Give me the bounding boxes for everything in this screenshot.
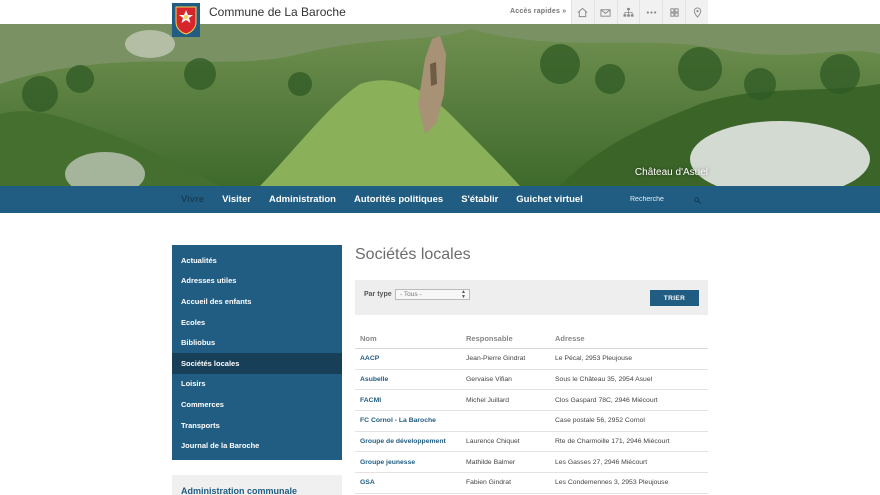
- sidebar-item-actualites[interactable]: Actualités: [172, 250, 342, 271]
- type-select-value: - Tous -: [400, 291, 422, 298]
- mail-icon[interactable]: [593, 0, 617, 24]
- address-cell: Le Pécal, 2953 Pleujouse: [555, 355, 633, 363]
- society-name-link[interactable]: Groupe de développement: [355, 438, 461, 445]
- site-title[interactable]: Commune de La Baroche: [209, 5, 346, 19]
- coat-of-arms-logo[interactable]: [172, 3, 200, 37]
- nav-item-visiter[interactable]: Visiter: [222, 194, 251, 205]
- nav-item-s-etablir[interactable]: S'établir: [461, 194, 498, 205]
- table-row: FACMI Michel Juillard Clos Gaspard 78C, …: [355, 390, 708, 412]
- quick-icons-bar: [571, 0, 708, 24]
- address-cell: Clos Gaspard 78C, 2946 Miécourt: [555, 396, 658, 404]
- responsible-cell: Michel Juillard: [466, 396, 510, 404]
- table-row: Groupe jeunesse Mathilde Balmer Les Gass…: [355, 452, 708, 474]
- society-name-link[interactable]: Groupe jeunesse: [355, 459, 461, 466]
- sidebar-item-societes-locales[interactable]: Sociétés locales: [172, 352, 342, 374]
- nav-item-autorites-politiques[interactable]: Autorités politiques: [354, 194, 443, 205]
- top-bar: Commune de La Baroche Accès rapides »: [0, 0, 880, 37]
- address-cell: Rte de Charmoille 171, 2946 Miécourt: [555, 438, 670, 446]
- column-header-adresse: Adresse: [555, 334, 585, 343]
- search-input[interactable]: [622, 196, 694, 203]
- location-icon[interactable]: [685, 0, 708, 24]
- nav-item-vivre[interactable]: Vivre: [181, 194, 204, 205]
- table-row: FC Cornol - La Baroche Case postale 56, …: [355, 411, 708, 432]
- column-header-responsable: Responsable: [466, 334, 513, 343]
- main-navigation: Vivre Visiter Administration Autorités p…: [0, 186, 880, 213]
- sidebar-item-transports[interactable]: Transports: [172, 415, 342, 436]
- society-name-link[interactable]: FC Cornol - La Baroche: [355, 417, 461, 424]
- society-name-link[interactable]: Asubelle: [355, 376, 461, 383]
- table-row: GSA Fabien Gindrat Les Condemennes 3, 29…: [355, 473, 708, 494]
- address-cell: Sous le Château 35, 2954 Asuel: [555, 376, 653, 384]
- sidebar-item-bibliobus[interactable]: Bibliobus: [172, 332, 342, 353]
- sidebar-item-ecoles[interactable]: Ecoles: [172, 312, 342, 333]
- select-arrows-icon: ▲ ▼: [461, 289, 466, 300]
- sort-button[interactable]: TRIER: [650, 290, 699, 306]
- responsible-cell: Mathilde Balmer: [466, 458, 516, 466]
- table-row: Asubelle Gervaise Vifian Sous le Château…: [355, 370, 708, 391]
- table-row: AACP Jean-Pierre Gindrat Le Pécal, 2953 …: [355, 349, 708, 370]
- address-cell: Les Condemennes 3, 2953 Pleujouse: [555, 479, 669, 487]
- search-box: [622, 191, 710, 208]
- address-cell: Case postale 56, 2952 Cornol: [555, 417, 645, 425]
- sidebar-item-adresses-utiles[interactable]: Adresses utiles: [172, 271, 342, 292]
- filter-type-label: Par type: [364, 291, 392, 298]
- responsible-cell: Jean-Pierre Gindrat: [466, 355, 526, 363]
- filter-bar: Par type - Tous - ▲ ▼ TRIER: [355, 280, 708, 315]
- home-icon[interactable]: [571, 0, 594, 24]
- society-name-link[interactable]: GSA: [355, 479, 461, 486]
- grid-icon[interactable]: [662, 0, 685, 24]
- nav-item-guichet-virtuel[interactable]: Guichet virtuel: [516, 194, 583, 205]
- hero-caption: Château d'Asuel: [634, 167, 708, 178]
- more-icon[interactable]: [639, 0, 662, 24]
- quick-access-link[interactable]: Accès rapides »: [510, 8, 566, 15]
- column-header-nom: Nom: [360, 334, 377, 343]
- sidebar-item-accueil-des-enfants[interactable]: Accueil des enfants: [172, 291, 342, 312]
- admin-panel: Administration communale: [172, 475, 342, 495]
- page-title: Sociétés locales: [355, 246, 471, 263]
- responsible-cell: Laurence Chiquet: [466, 438, 520, 446]
- nav-item-administration[interactable]: Administration: [269, 194, 336, 205]
- societies-table: Nom Responsable Adresse AACP Jean-Pierre…: [355, 329, 708, 494]
- responsible-cell: Fabien Gindrat: [466, 479, 511, 487]
- table-header: Nom Responsable Adresse: [355, 329, 708, 349]
- sidebar-item-loisirs[interactable]: Loisirs: [172, 374, 342, 395]
- table-row: Groupe de développement Laurence Chiquet…: [355, 432, 708, 453]
- sitemap-icon[interactable]: [616, 0, 640, 24]
- hero-banner-image: Château d'Asuel: [0, 24, 880, 186]
- search-icon[interactable]: [694, 191, 701, 209]
- sidebar-item-commerces[interactable]: Commerces: [172, 394, 342, 415]
- sidebar-item-journal[interactable]: Journal de la Baroche: [172, 435, 342, 456]
- address-cell: Les Gasses 27, 2946 Miécourt: [555, 458, 648, 466]
- society-name-link[interactable]: FACMI: [355, 397, 461, 404]
- sidebar-menu: Actualités Adresses utiles Accueil des e…: [172, 245, 342, 460]
- type-select[interactable]: - Tous - ▲ ▼: [395, 289, 470, 300]
- society-name-link[interactable]: AACP: [355, 355, 461, 362]
- responsible-cell: Gervaise Vifian: [466, 376, 512, 384]
- admin-panel-title[interactable]: Administration communale: [181, 486, 297, 495]
